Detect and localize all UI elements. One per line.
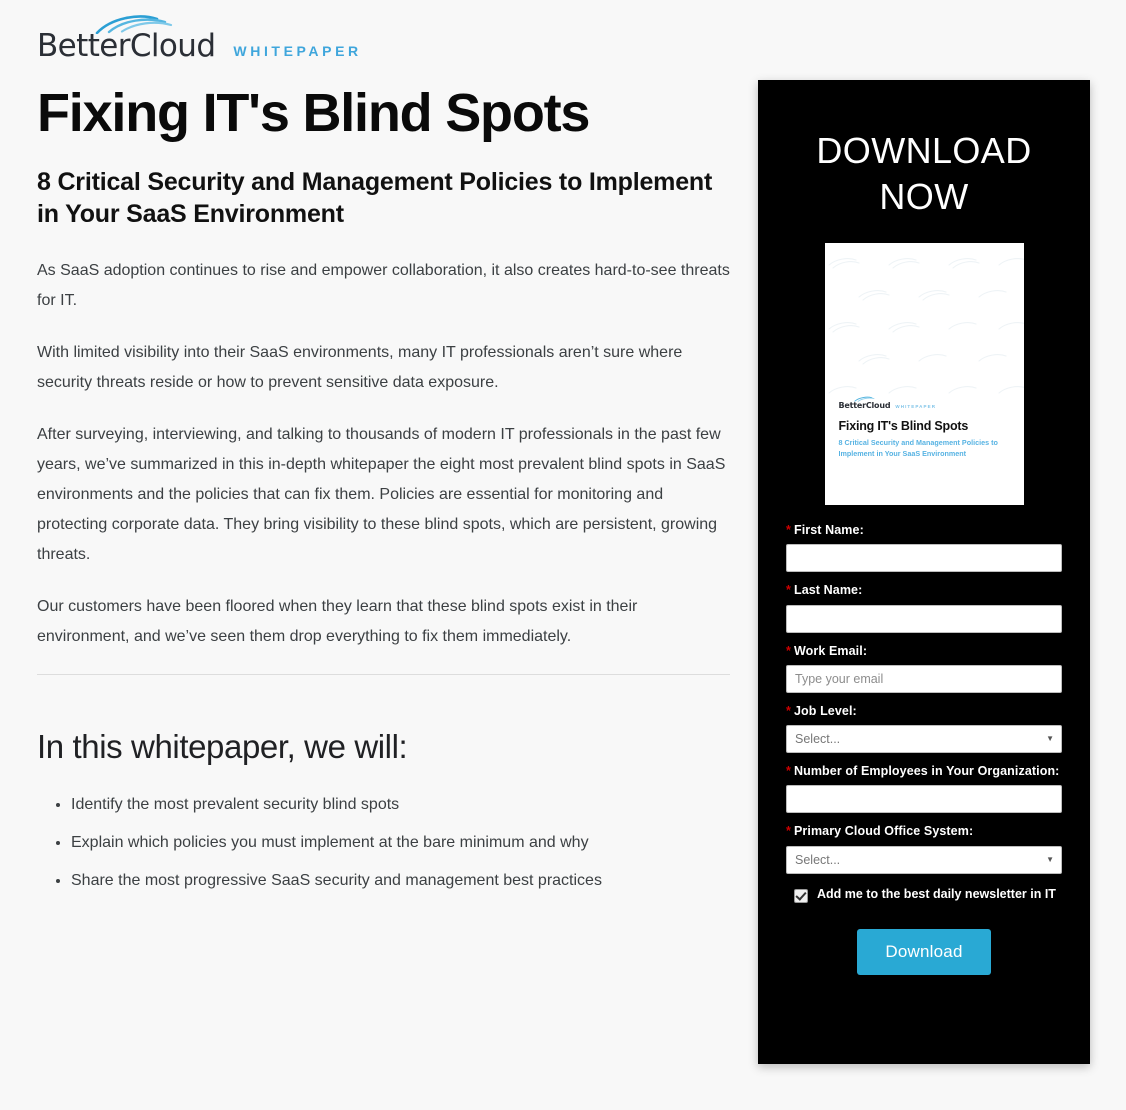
first-name-input[interactable] [786, 544, 1062, 573]
brand-header: BetterCloud WHITEPAPER [37, 0, 737, 62]
cover-kicker: WHITEPAPER [895, 403, 937, 409]
form-panel-heading: DOWNLOAD NOW [816, 130, 1032, 218]
work-email-input[interactable] [786, 664, 1062, 693]
field-label-number-of-employees: * Number of Employees in Your Organizatio… [786, 764, 1062, 779]
label-text: Job Level: [793, 703, 857, 718]
cover-pattern-graphic [827, 258, 1024, 394]
whitepaper-cover-thumbnail: BetterCloud WHITEPAPER Fixing IT's Blind… [824, 243, 1024, 506]
last-name-input[interactable] [786, 604, 1062, 633]
download-form-panel: DOWNLOAD NOW BetterCloud WHITEPAPER Fixi… [758, 80, 1090, 1064]
download-button[interactable]: Download [857, 928, 991, 975]
cover-brand-line: BetterCloud WHITEPAPER [838, 396, 1012, 410]
field-label-work-email: * Work Email: [786, 644, 1062, 659]
cover-text-block: BetterCloud WHITEPAPER Fixing IT's Blind… [838, 396, 1012, 459]
job-level-select-value: Select... [786, 725, 1062, 754]
cover-logo: BetterCloud [838, 396, 891, 410]
bettercloud-logo[interactable]: BetterCloud [37, 15, 216, 64]
paragraph: After surveying, interviewing, and talki… [37, 426, 726, 564]
list-item: Explain which policies you must implemen… [71, 832, 737, 854]
whitepaper-section-heading: In this whitepaper, we will: [37, 728, 408, 766]
newsletter-checkbox-label: Add me to the best daily newsletter in I… [817, 886, 1056, 901]
required-asterisk: * [786, 703, 791, 718]
job-level-select[interactable]: Select... ▼ [786, 725, 1062, 754]
whitepaper-benefits-list: Identify the most prevalent security bli… [37, 794, 737, 892]
list-item: Identify the most prevalent security bli… [71, 794, 737, 816]
field-label-last-name: * Last Name: [786, 583, 1062, 598]
field-job-level: * Job Level: Select... ▼ [786, 704, 1062, 754]
label-text: First Name: [793, 523, 864, 538]
field-work-email: * Work Email: [786, 644, 1062, 693]
label-text: Number of Employees in Your Organization… [793, 764, 1060, 779]
field-last-name: * Last Name: [786, 583, 1062, 633]
paragraph: Our customers have been floored when the… [37, 598, 638, 646]
field-number-of-employees: * Number of Employees in Your Organizatio… [786, 764, 1062, 814]
label-text: Last Name: [793, 583, 863, 598]
primary-cloud-office-system-select-value: Select... [786, 845, 1062, 874]
page-subtitle: 8 Critical Security and Management Polic… [37, 168, 713, 229]
paragraph: With limited visibility into their SaaS … [37, 344, 683, 392]
section-divider [37, 674, 730, 676]
cover-subtitle: 8 Critical Security and Management Polic… [838, 438, 998, 458]
field-label-first-name: * First Name: [786, 523, 1062, 538]
label-text: Primary Cloud Office System: [793, 824, 974, 839]
whitepaper-kicker: WHITEPAPER [233, 43, 362, 59]
number-of-employees-input[interactable] [786, 785, 1062, 814]
primary-cloud-office-system-select[interactable]: Select... ▼ [786, 845, 1062, 874]
required-asterisk: * [786, 523, 791, 538]
landing-page: BetterCloud WHITEPAPER Fixing IT's Blind… [0, 0, 1126, 1110]
field-first-name: * First Name: [786, 523, 1062, 573]
required-asterisk: * [786, 643, 791, 658]
field-label-primary-cloud-office-system: * Primary Cloud Office System: [786, 824, 1062, 839]
cover-logo-wordmark: BetterCloud [838, 400, 891, 410]
field-primary-cloud-office-system: * Primary Cloud Office System: Select... … [786, 824, 1062, 874]
required-asterisk: * [786, 764, 791, 779]
required-asterisk: * [786, 583, 791, 598]
paragraph: As SaaS adoption continues to rise and e… [37, 262, 730, 310]
required-asterisk: * [786, 824, 791, 839]
cover-title: Fixing IT's Blind Spots [838, 418, 969, 433]
intro-copy: As SaaS adoption continues to rise and e… [37, 256, 737, 652]
lead-capture-form: *First Name: *Last Name: *Work Email: [758, 505, 1090, 975]
page-title: Fixing IT's Blind Spots [37, 83, 590, 143]
logo-wordmark: BetterCloud [37, 28, 216, 64]
cover-swoosh-icon [853, 396, 874, 402]
field-label-job-level: * Job Level: [786, 704, 1062, 719]
newsletter-checkbox[interactable] [794, 888, 808, 903]
newsletter-checkbox-row[interactable]: Add me to the best daily newsletter in I… [786, 886, 1062, 903]
submit-row: Download [786, 928, 1062, 975]
content-column: BetterCloud WHITEPAPER Fixing IT's Blind… [37, 0, 737, 908]
label-text: Work Email: [793, 643, 868, 658]
list-item: Share the most progressive SaaS security… [71, 870, 737, 892]
